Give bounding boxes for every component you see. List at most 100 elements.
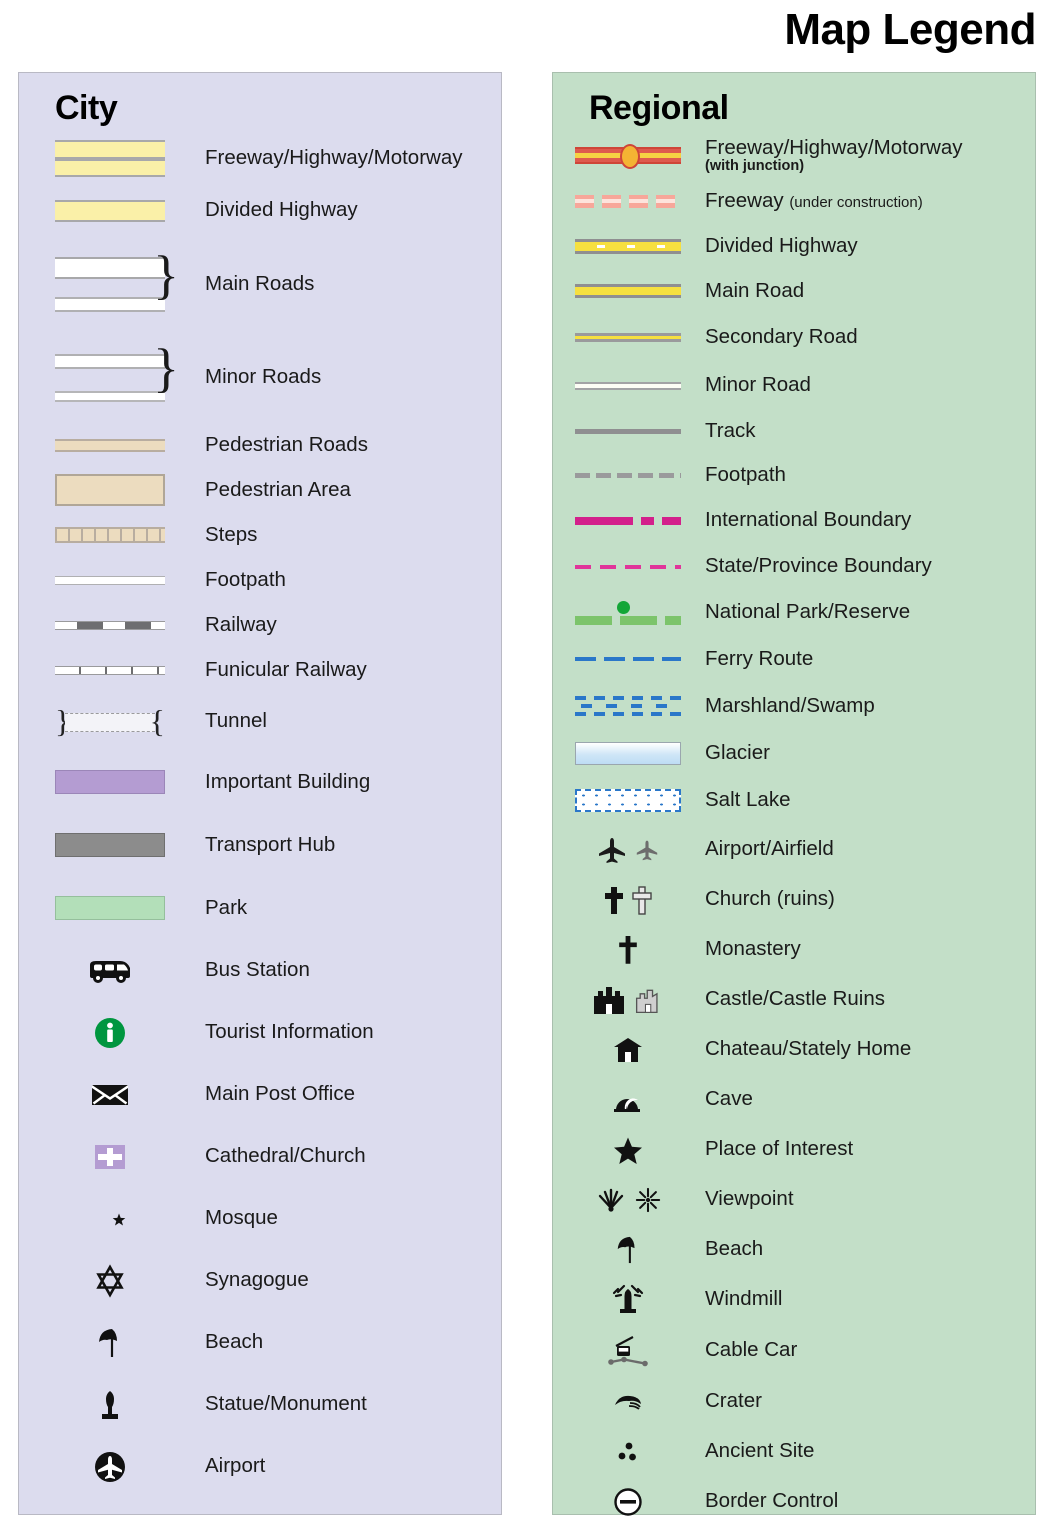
city-legend-panel: City Freeway/Highway/Motorway Divided Hi… (18, 72, 502, 1515)
list-item-label: Tourist Information (205, 1020, 374, 1044)
list-item: Pedestrian Area (19, 468, 501, 513)
list-item: Secondary Road (553, 314, 1035, 362)
park-swatch (45, 896, 175, 921)
list-item-label: Viewpoint (705, 1187, 794, 1211)
city-legend-rows: Freeway/Highway/Motorway Divided Highway… (19, 127, 501, 1498)
list-item: Viewpoint (553, 1175, 1035, 1225)
list-item: Ancient Site (553, 1427, 1035, 1477)
list-item: Marshland/Swamp (553, 683, 1035, 730)
cross-icon (605, 886, 623, 914)
list-item: Salt Lake (553, 777, 1035, 825)
list-item: Bus Station (19, 940, 501, 1002)
list-item: } Minor Roads (19, 333, 501, 423)
list-item: } { Tunnel (19, 693, 501, 751)
list-item-label: Main Road (705, 278, 805, 302)
star-of-david-icon (45, 1264, 175, 1298)
list-item-label: Transport Hub (205, 832, 336, 856)
list-item: Beach (553, 1225, 1035, 1275)
list-item-label: Minor Roads (205, 365, 322, 389)
list-item-label: Track (705, 419, 756, 443)
list-item-label: Church (ruins) (705, 887, 835, 911)
list-item-label: Glacier (705, 740, 770, 764)
brace-icon: } (153, 245, 179, 306)
list-item-label: Cathedral/Church (205, 1144, 366, 1168)
list-item-label: Airport (205, 1454, 266, 1478)
list-item-label: Park (205, 895, 248, 919)
list-item: Church (ruins) (553, 875, 1035, 925)
page-title: Map Legend (784, 5, 1036, 54)
main-roads-band-symbol: } (45, 248, 179, 313)
divided-highway-band-symbol (45, 199, 175, 222)
list-item: Freeway/Highway/Motorway (19, 133, 501, 185)
list-item: Windmill (553, 1275, 1035, 1325)
list-item-label: Statue/Monument (205, 1392, 367, 1416)
list-item: Monastery (553, 925, 1035, 975)
list-item: Track (553, 410, 1035, 454)
crater-icon (573, 1390, 683, 1414)
pedestrian-road-band-symbol (45, 438, 175, 452)
international-boundary-symbol (573, 516, 683, 525)
cross-icon (573, 934, 683, 966)
footpath-line-symbol (45, 575, 175, 585)
statue-icon (45, 1388, 175, 1422)
steps-band-symbol (45, 527, 175, 544)
list-item-label: Minor Road (705, 373, 811, 397)
cross-icon-pair (573, 885, 683, 915)
list-item: Transport Hub (19, 814, 501, 877)
list-item: } Main Roads (19, 237, 501, 333)
windmill-icon (573, 1283, 683, 1317)
list-item-label: Cable Car (705, 1338, 798, 1362)
regional-panel-heading: Regional (589, 89, 729, 127)
circled-minus-icon (573, 1487, 683, 1517)
list-item-label: Bus Station (205, 958, 310, 982)
list-item-label: Main Roads (205, 272, 315, 296)
crescent-star-icon (45, 1203, 175, 1235)
track-line-symbol (573, 429, 683, 435)
glacier-swatch (573, 741, 683, 765)
red-freeway-junction-symbol (573, 144, 683, 170)
list-item: Cathedral/Church (19, 1126, 501, 1188)
bracket-right-icon: { (149, 702, 165, 739)
footpath-line-symbol (573, 473, 683, 479)
salt-lake-swatch (573, 789, 683, 813)
list-item: Divided Highway (19, 185, 501, 237)
list-item-sublabel: (under construction) (789, 193, 923, 211)
list-item: Main Road (553, 269, 1035, 314)
list-item-label: Freeway/Highway/Motorway (with junction) (705, 136, 962, 174)
list-item-label: Main Post Office (205, 1082, 356, 1106)
list-item: Place of Interest (553, 1125, 1035, 1175)
railway-line-symbol (45, 620, 175, 630)
viewpoint-icon-pair (573, 1187, 683, 1213)
cave-icon (573, 1086, 683, 1114)
list-item: Beach (19, 1312, 501, 1374)
list-item-label: National Park/Reserve (705, 600, 911, 624)
list-item: Crater (553, 1377, 1035, 1427)
ferry-route-symbol (573, 657, 683, 662)
list-item-label: Freeway/Highway/Motorway (205, 146, 463, 170)
list-item-label: Railway (205, 612, 277, 636)
castle-ruins-icon (635, 989, 658, 1013)
brace-icon: } (153, 337, 179, 398)
viewpoint-star-icon (635, 1187, 661, 1212)
list-item-label: Funicular Railway (205, 657, 367, 681)
bus-icon (45, 958, 175, 984)
list-item: Cave (553, 1075, 1035, 1125)
list-item: State/Province Boundary (553, 544, 1035, 590)
list-item-label: Cave (705, 1087, 753, 1111)
funicular-railway-line-symbol (45, 665, 175, 675)
important-building-swatch (45, 770, 175, 795)
list-item-label: Tunnel (205, 709, 267, 733)
list-item-label: Footpath (705, 463, 786, 487)
list-item-label: Place of Interest (705, 1137, 854, 1161)
list-item-label: Divided Highway (705, 233, 858, 257)
list-item-label: Border Control (705, 1489, 839, 1513)
chateau-house-icon (573, 1036, 683, 1064)
list-item-label: Castle/Castle Ruins (705, 987, 886, 1011)
state-boundary-symbol (573, 564, 683, 569)
list-item: Funicular Railway (19, 648, 501, 693)
regional-legend-panel: Regional Freeway/Highway/Motorway (with … (552, 72, 1036, 1516)
regional-legend-rows: Freeway/Highway/Motorway (with junction)… (553, 127, 1035, 1527)
list-item-label-text: Freeway (705, 188, 784, 212)
list-item-label: Salt Lake (705, 788, 791, 812)
list-item: Cable Car (553, 1325, 1035, 1377)
